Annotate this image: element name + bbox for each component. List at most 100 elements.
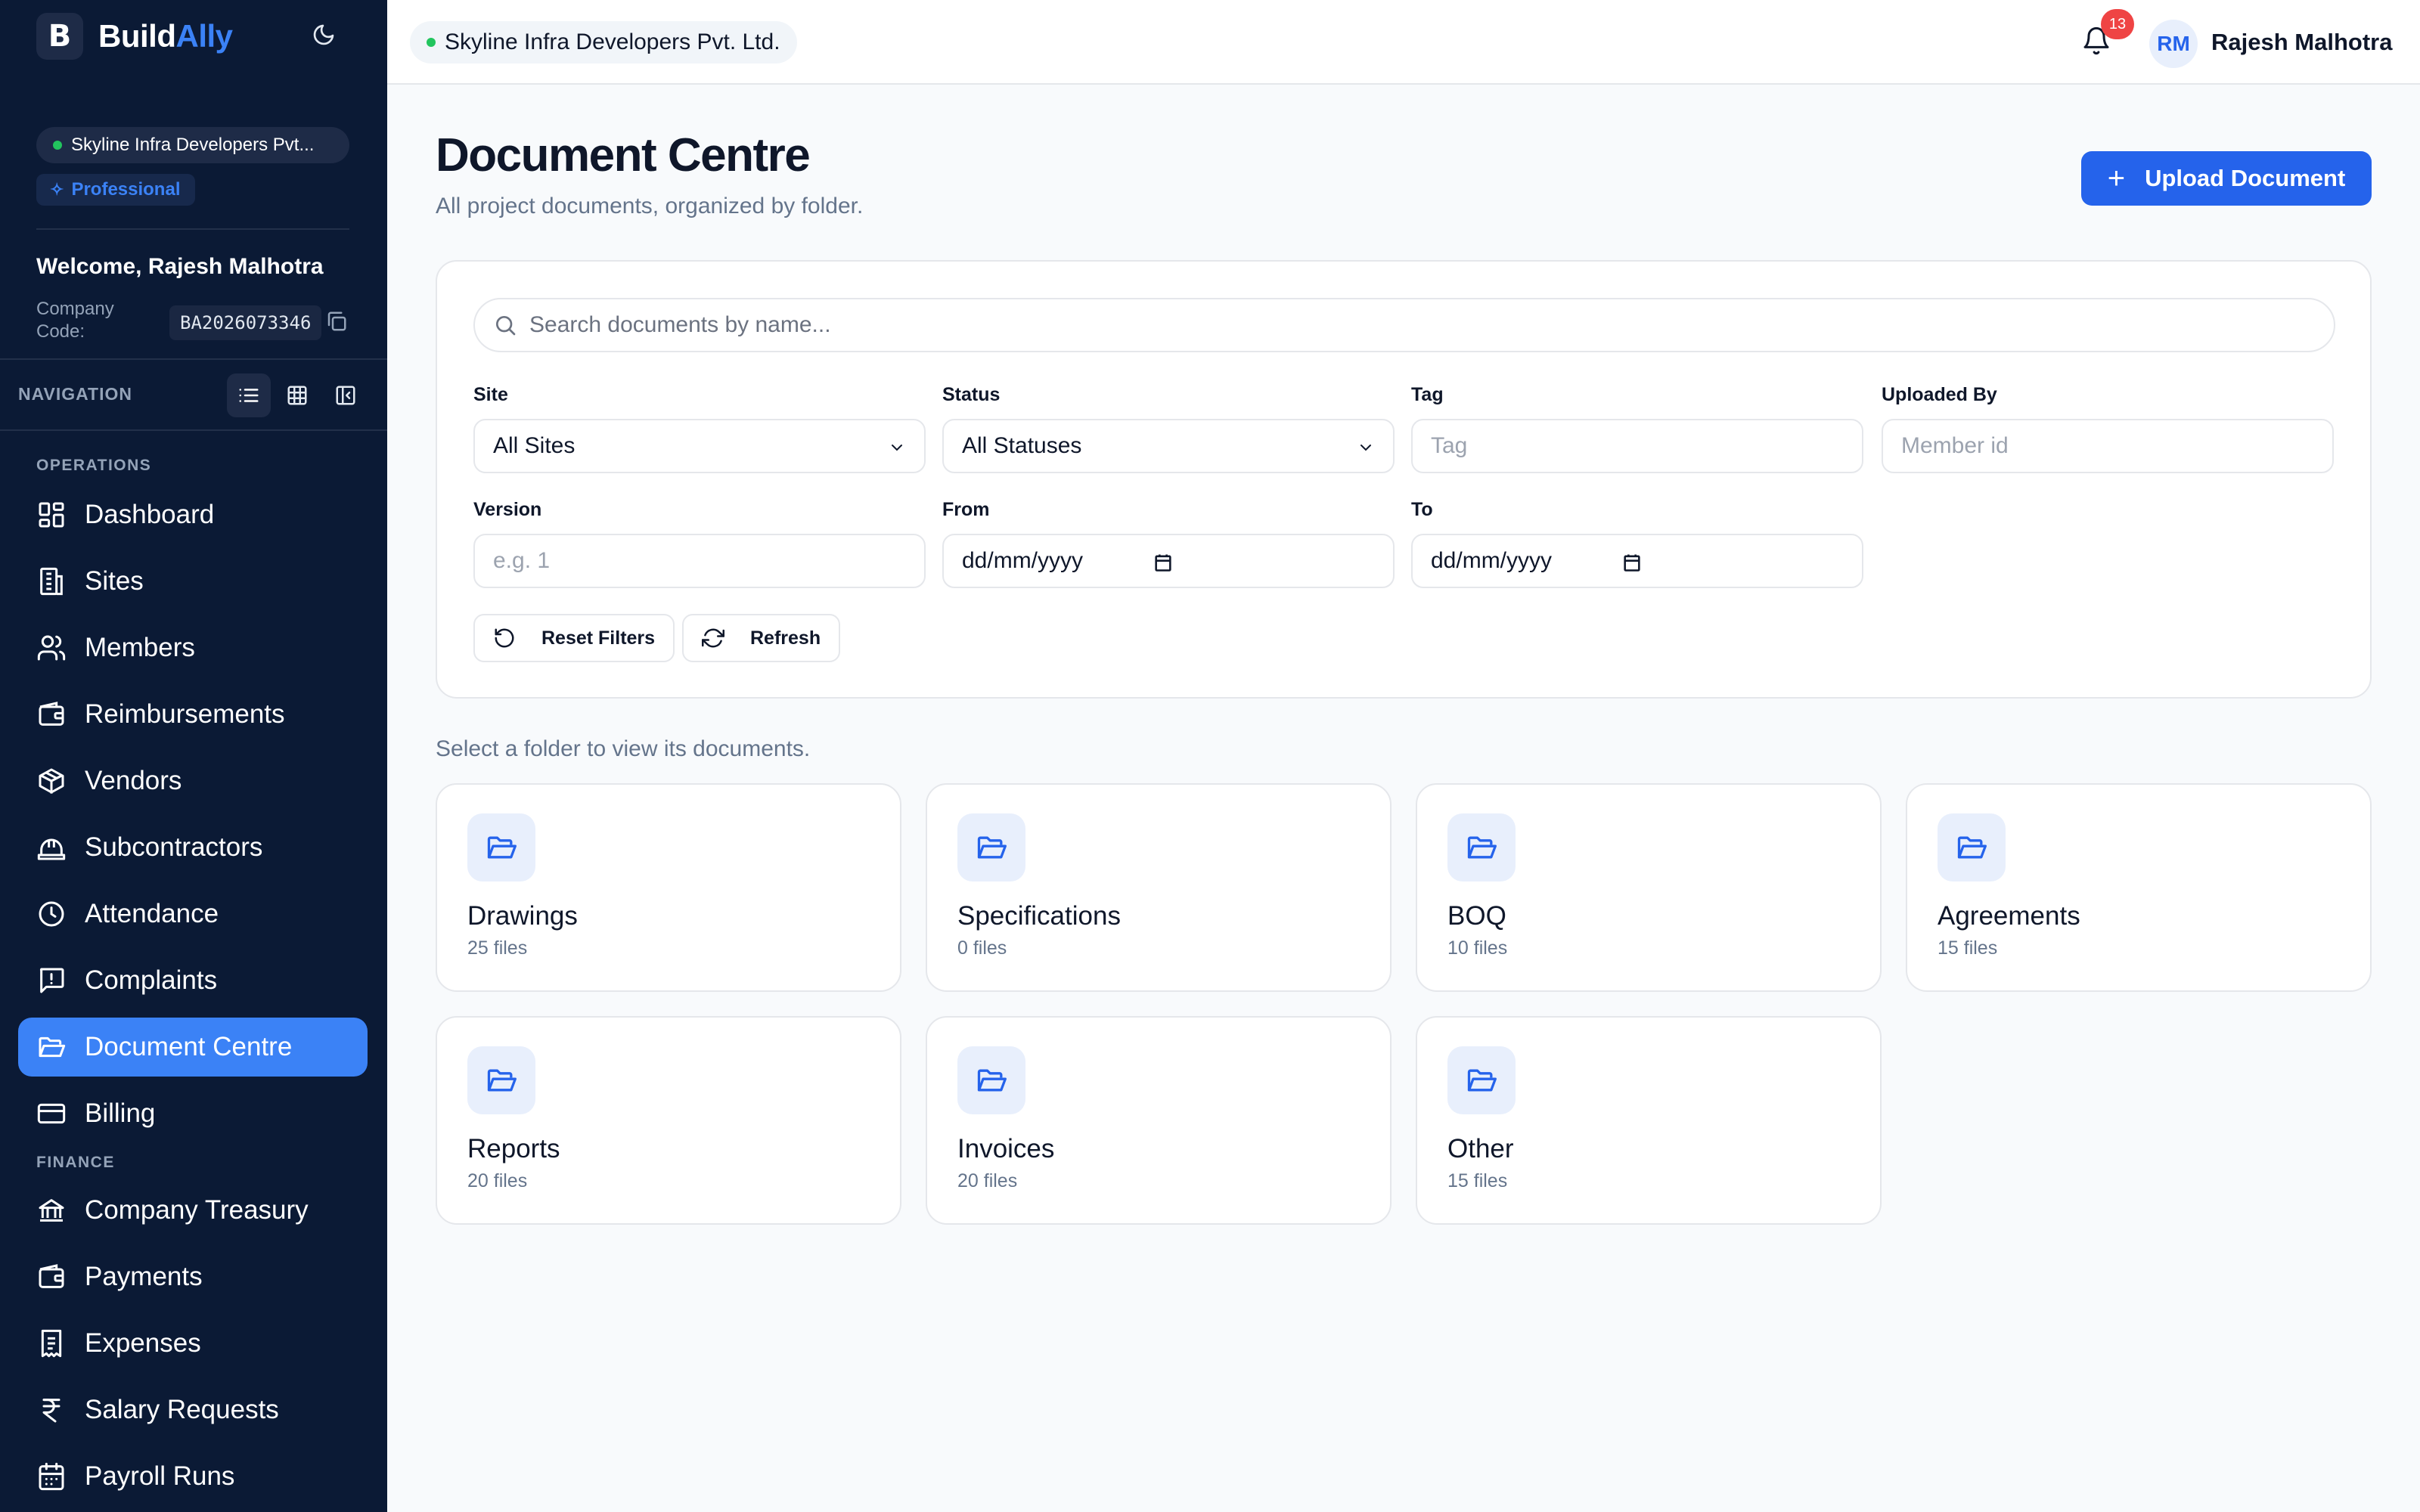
rupee-icon [42, 1399, 60, 1423]
from-date-value: dd/mm/yyyy [962, 548, 1084, 573]
wallet-icon [39, 1264, 64, 1288]
folder-open-icon [957, 813, 1025, 881]
sidebar-item-label: Sites [85, 566, 144, 596]
to-date-input[interactable]: dd/mm/yyyy [1411, 534, 1863, 588]
sidebar-item-subcontractors[interactable]: Subcontractors [18, 818, 368, 877]
sidebar-item-members[interactable]: Members [18, 618, 368, 677]
section-operations: OPERATIONS [36, 457, 152, 474]
org-chip[interactable]: Skyline Infra Developers Pvt... [36, 127, 349, 163]
building-icon [40, 567, 63, 596]
folder-count: 20 files [957, 1170, 1018, 1191]
folder-card-reports[interactable]: Reports 20 files [436, 1016, 901, 1225]
folder-card-other[interactable]: Other 15 files [1416, 1016, 1882, 1225]
folder-name: Agreements [1938, 901, 2080, 931]
folder-card-boq[interactable]: BOQ 10 files [1416, 783, 1882, 992]
plan-badge: ✧ Professional [36, 174, 196, 206]
sidebar-item-reimbursements[interactable]: Reimbursements [18, 685, 368, 744]
folder-count: 15 files [1447, 1170, 1508, 1191]
user-name[interactable]: Rajesh Malhotra [2211, 29, 2392, 56]
folders-hint: Select a folder to view its documents. [436, 736, 811, 761]
uploaded-by-label: Uploaded By [1882, 384, 1997, 405]
sidebar-item-label: Billing [85, 1098, 156, 1128]
navigation-label: NAVIGATION [18, 384, 132, 404]
sidebar-item-attendance[interactable]: Attendance [18, 885, 368, 943]
sidebar-item-label: Salary Requests [85, 1395, 279, 1424]
version-input[interactable]: e.g. 1 [473, 534, 926, 588]
package-icon [39, 768, 64, 794]
navigation-header: NAVIGATION [0, 358, 387, 431]
version-label: Version [473, 499, 542, 520]
company-code-label: Company Code: [36, 299, 114, 342]
uploaded-by-placeholder: Member id [1901, 433, 2009, 458]
folder-open-icon [1447, 813, 1516, 881]
folder-card-agreements[interactable]: Agreements 15 files [1906, 783, 2372, 992]
sidebar-item-label: Reimbursements [85, 699, 285, 729]
to-date-value: dd/mm/yyyy [1431, 548, 1553, 573]
reset-filters-label: Reset Filters [541, 627, 656, 649]
avatar[interactable]: RM [2149, 20, 2198, 68]
welcome-text: Welcome, Rajesh Malhotra [36, 254, 324, 279]
sidebar-item-vendors[interactable]: Vendors [18, 751, 368, 810]
org-switcher[interactable]: Skyline Infra Developers Pvt. Ltd. [410, 21, 797, 64]
brand-logo: B [36, 13, 83, 60]
dashboard-icon [39, 502, 64, 528]
folder-name: Reports [467, 1134, 560, 1163]
folder-name: Specifications [957, 901, 1121, 931]
sidebar-item-payments[interactable]: Payments [18, 1247, 368, 1306]
sidebar-item-label: Members [85, 633, 195, 662]
list-view-icon[interactable] [227, 373, 271, 417]
sidebar: B BuildAlly Skyline Infra Developers Pvt… [0, 0, 387, 1512]
sidebar-item-label: Payroll Runs [85, 1461, 235, 1491]
sidebar-item-dashboard[interactable]: Dashboard [18, 485, 368, 544]
site-select[interactable]: All Sites [473, 419, 926, 473]
page-title: Document Centre [436, 129, 811, 181]
copy-icon[interactable] [325, 310, 351, 336]
folder-card-drawings[interactable]: Drawings 25 files [436, 783, 901, 992]
collapse-sidebar-icon[interactable] [324, 373, 368, 417]
search-box[interactable] [473, 298, 2335, 352]
sidebar-item-label: Expenses [85, 1328, 201, 1358]
plan-label: Professional [71, 179, 181, 200]
sidebar-item-salary-requests[interactable]: Salary Requests [18, 1380, 368, 1439]
moon-icon[interactable] [309, 20, 339, 50]
uploaded-by-input[interactable]: Member id [1882, 419, 2334, 473]
reset-filters-button[interactable]: Reset Filters [473, 614, 675, 662]
site-label: Site [473, 384, 508, 405]
sidebar-item-company-treasury[interactable]: Company Treasury [18, 1181, 368, 1240]
grid-view-icon[interactable] [275, 373, 319, 417]
brand[interactable]: B BuildAlly [36, 12, 233, 60]
wallet-icon [39, 702, 64, 726]
calendar-icon[interactable] [1153, 552, 1174, 573]
sidebar-item-label: Payments [85, 1262, 203, 1291]
folder-card-specifications[interactable]: Specifications 0 files [926, 783, 1392, 992]
tag-input[interactable]: Tag [1411, 419, 1863, 473]
receipt-icon [41, 1329, 62, 1358]
sidebar-item-label: Vendors [85, 766, 182, 795]
status-select[interactable]: All Statuses [942, 419, 1395, 473]
folder-count: 15 files [1938, 937, 1998, 959]
sidebar-item-complaints[interactable]: Complaints [18, 951, 368, 1010]
divider [36, 228, 349, 230]
sidebar-item-label: Complaints [85, 965, 218, 995]
sparkle-icon: ✧ [50, 180, 64, 199]
folder-card-invoices[interactable]: Invoices 20 files [926, 1016, 1392, 1225]
sidebar-item-document-centre[interactable]: Document Centre [18, 1018, 368, 1077]
sidebar-item-sites[interactable]: Sites [18, 552, 368, 611]
refresh-icon [702, 628, 724, 648]
sidebar-item-payroll-runs[interactable]: Payroll Runs [18, 1447, 368, 1506]
org-name: Skyline Infra Developers Pvt. Ltd. [445, 29, 780, 54]
upload-document-button[interactable]: + Upload Document [2081, 151, 2372, 206]
search-input[interactable] [529, 312, 2269, 338]
calendar-icon[interactable] [1621, 552, 1643, 573]
sidebar-item-billing[interactable]: Billing [18, 1084, 368, 1143]
calendar-icon [39, 1462, 64, 1491]
refresh-button[interactable]: Refresh [682, 614, 841, 662]
from-date-input[interactable]: dd/mm/yyyy [942, 534, 1395, 588]
sidebar-item-expenses[interactable]: Expenses [18, 1314, 368, 1373]
chevron-down-icon [1360, 445, 1371, 451]
refresh-label: Refresh [750, 627, 821, 649]
topbar: Skyline Infra Developers Pvt. Ltd. 13 RM… [387, 0, 2420, 85]
brand-name-part2: Ally [175, 18, 233, 54]
folder-open-icon [957, 1046, 1025, 1114]
sidebar-item-label: Dashboard [85, 500, 215, 529]
